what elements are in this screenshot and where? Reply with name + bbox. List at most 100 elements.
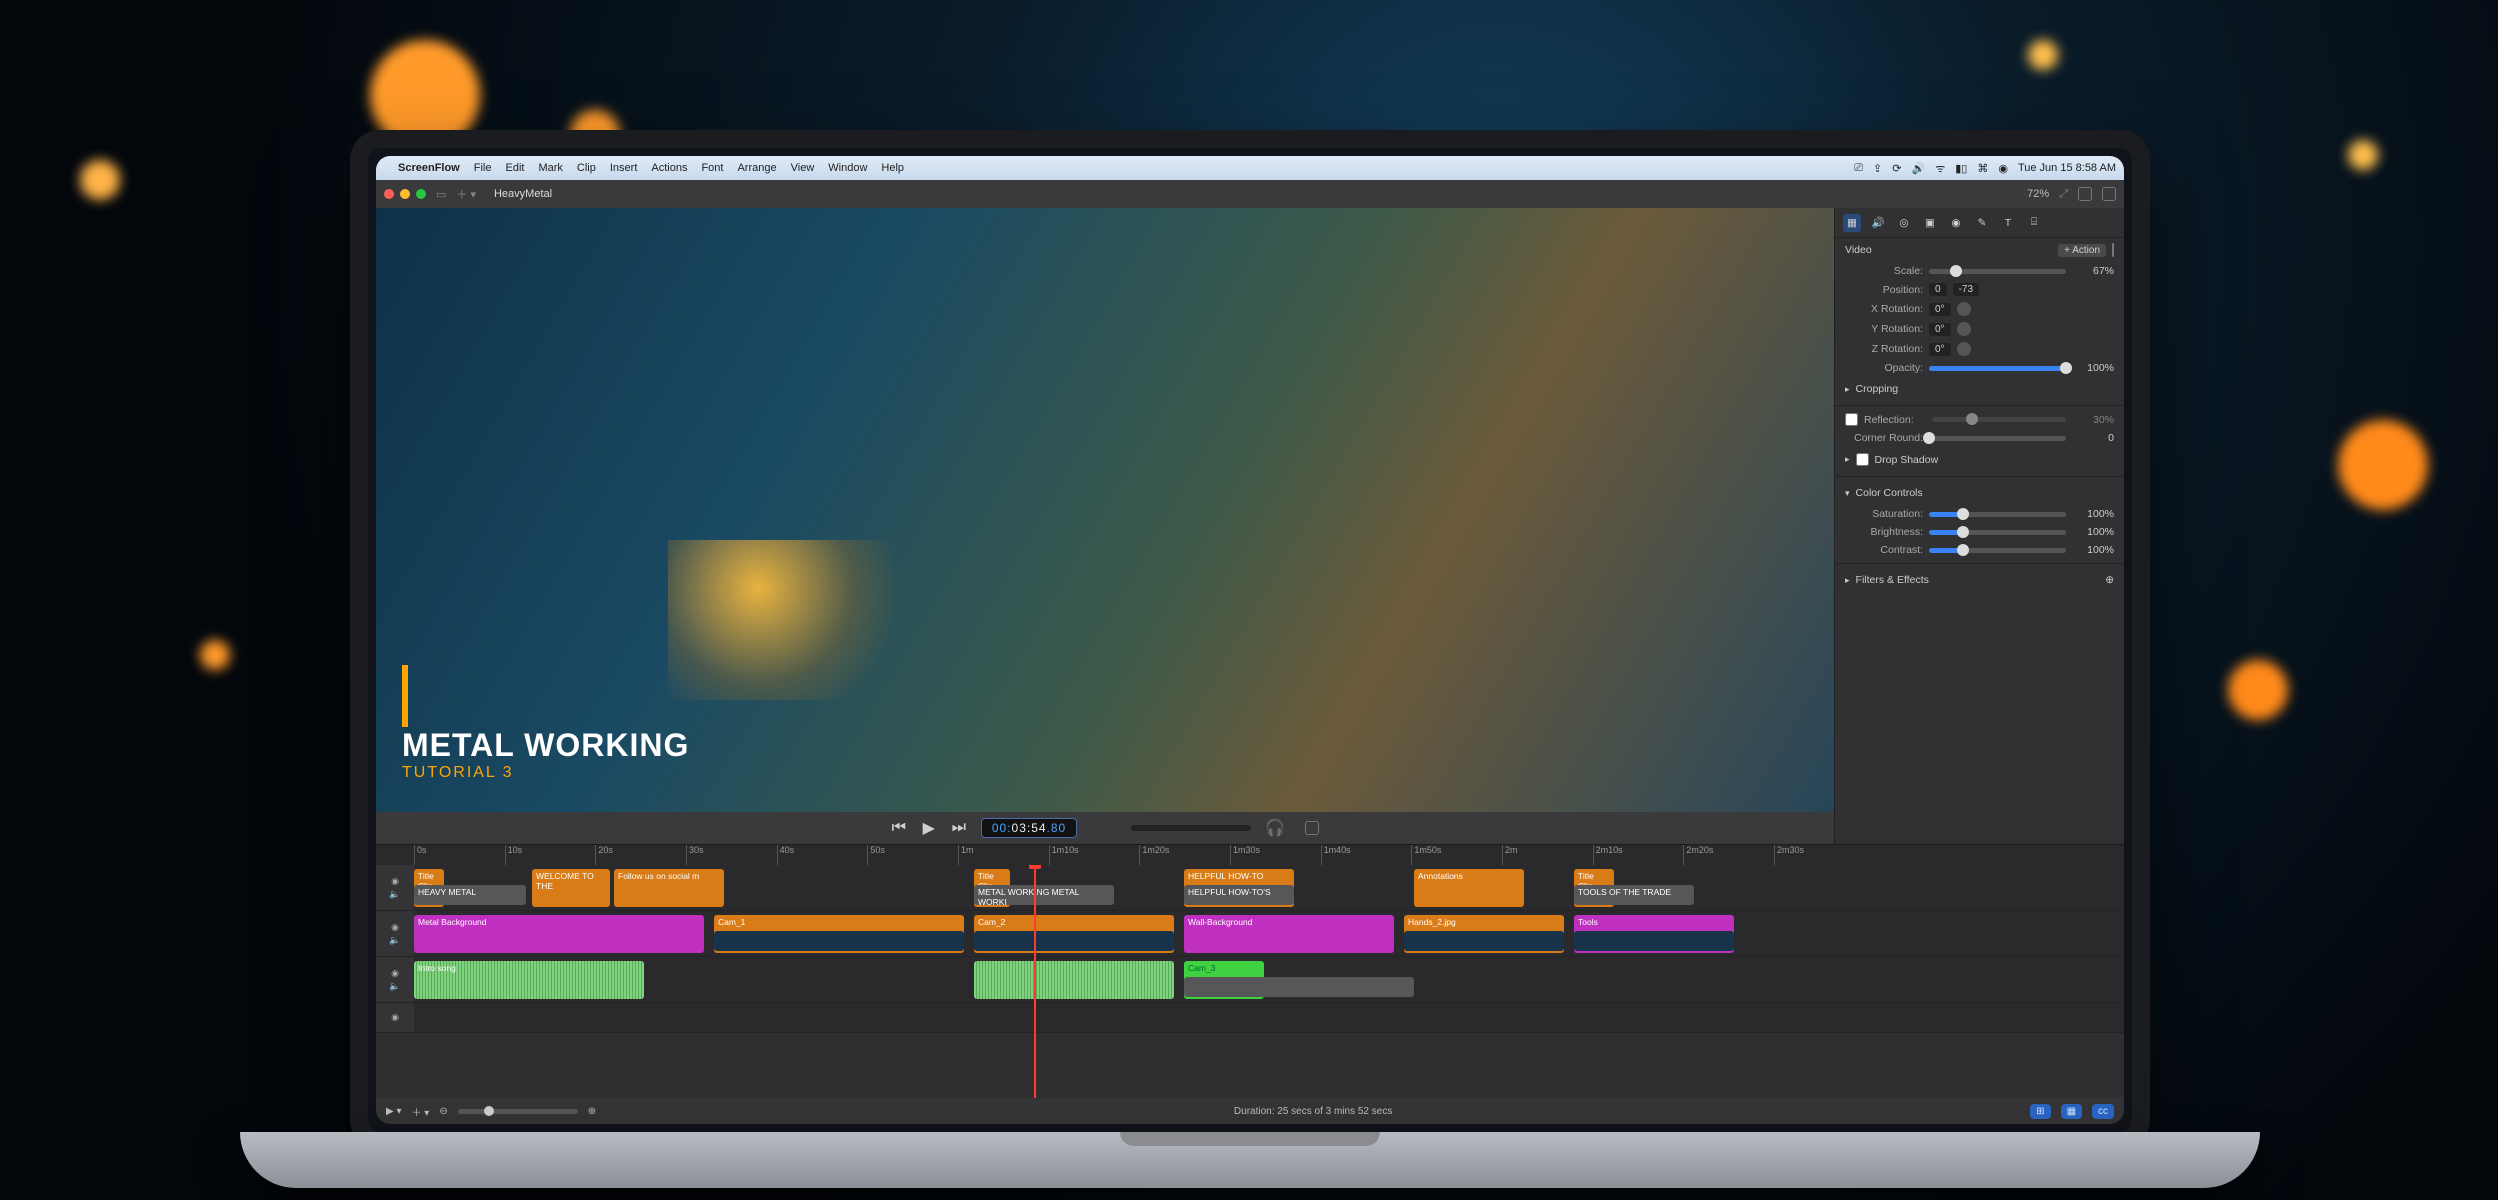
zoom-in-icon[interactable]: ⊕ xyxy=(588,1106,596,1117)
captions-icon[interactable]: cc xyxy=(2092,1104,2114,1119)
timeline-clip[interactable] xyxy=(1184,977,1414,997)
menu-edit[interactable]: Edit xyxy=(505,162,524,174)
play-icon[interactable]: ▶ xyxy=(921,820,937,836)
section-colorcontrols[interactable]: ▾Color Controls xyxy=(1835,481,2124,505)
timeline-clip[interactable]: Annotations xyxy=(1414,869,1524,907)
track-mute-icon[interactable]: 🔈 xyxy=(389,935,400,946)
track-visibility-icon[interactable]: ◉ xyxy=(391,922,399,933)
siri-icon[interactable]: ◉ xyxy=(1998,162,2008,175)
reflection-slider[interactable] xyxy=(1932,417,2066,422)
tab-screenrec-icon[interactable]: ◎ xyxy=(1895,214,1913,232)
zoom-window-icon[interactable] xyxy=(416,189,426,199)
timeline-clip[interactable]: Follow us on social m xyxy=(614,869,724,907)
pointer-tool-icon[interactable]: ▶ ▾ xyxy=(386,1106,402,1117)
close-window-icon[interactable] xyxy=(384,189,394,199)
step-back-icon[interactable]: ⏮ xyxy=(891,820,907,836)
zoom-out-icon[interactable]: ⊖ xyxy=(439,1106,447,1117)
menu-view[interactable]: View xyxy=(791,162,815,174)
zrot-dial[interactable] xyxy=(1957,342,1971,356)
opacity-value[interactable]: 100% xyxy=(2072,362,2114,374)
add-action-button[interactable]: + Action xyxy=(2058,244,2106,257)
track-visibility-icon[interactable]: ◉ xyxy=(391,968,399,979)
share-icon[interactable] xyxy=(2078,187,2092,201)
section-cropping[interactable]: ▸Cropping xyxy=(1835,377,2124,401)
timecode[interactable]: 00:03:54.80 xyxy=(981,818,1077,838)
menubar-clock[interactable]: Tue Jun 15 8:58 AM xyxy=(2018,162,2116,174)
contrast-slider[interactable] xyxy=(1929,548,2066,553)
menu-clip[interactable]: Clip xyxy=(577,162,596,174)
track-visibility-icon[interactable]: ◉ xyxy=(391,876,399,887)
position-x[interactable]: 0 xyxy=(1929,283,1947,296)
timeline-clip[interactable]: METAL WORKING METAL WORKI xyxy=(974,885,1114,905)
timeline-clip[interactable] xyxy=(974,961,1174,999)
preview-canvas[interactable]: METAL WORKING TUTORIAL 3 xyxy=(376,208,1834,812)
add-filter-icon[interactable]: ⊕ xyxy=(2105,574,2114,586)
menu-insert[interactable]: Insert xyxy=(610,162,638,174)
timeline-clip[interactable]: Metal Background xyxy=(414,915,704,953)
position-y[interactable]: -73 xyxy=(1953,283,1979,296)
section-dropshadow[interactable]: ▸Drop Shadow xyxy=(1835,447,2124,472)
reflection-checkbox[interactable] xyxy=(1845,413,1858,426)
zrot-value[interactable]: 0° xyxy=(1929,343,1951,356)
timeline-clip[interactable]: HEAVY METAL xyxy=(414,885,526,905)
corner-value[interactable]: 0 xyxy=(2072,432,2114,444)
yrot-dial[interactable] xyxy=(1957,322,1971,336)
sidebar-toggle-icon[interactable]: ▭ xyxy=(436,188,446,201)
section-filters[interactable]: ▸Filters & Effects⊕ xyxy=(1835,568,2124,592)
timeline-zoom-slider[interactable] xyxy=(458,1109,578,1114)
brightness-value[interactable]: 100% xyxy=(2072,526,2114,538)
tab-text-icon[interactable]: T xyxy=(1999,214,2017,232)
tab-media-icon[interactable]: ⌸ xyxy=(2025,214,2043,232)
dropshadow-checkbox[interactable] xyxy=(1856,453,1869,466)
timeline-clip[interactable]: Intro song xyxy=(414,961,644,999)
menu-font[interactable]: Font xyxy=(701,162,723,174)
markers-icon[interactable]: ▦ xyxy=(2061,1104,2082,1119)
timeline-clip[interactable]: TOOLS OF THE TRADE xyxy=(1574,885,1694,905)
volume-icon[interactable]: 🔊 xyxy=(1911,162,1925,175)
yrot-value[interactable]: 0° xyxy=(1929,323,1951,336)
menu-mark[interactable]: Mark xyxy=(538,162,562,174)
timeline-clip[interactable]: HELPFUL HOW-TO'S xyxy=(1184,885,1294,905)
control-center-icon[interactable]: ⌘ xyxy=(1977,162,1988,175)
brightness-slider[interactable] xyxy=(1929,530,2066,535)
menu-actions[interactable]: Actions xyxy=(651,162,687,174)
sync-icon[interactable]: ⟳ xyxy=(1892,162,1901,175)
collapse-inspector-icon[interactable] xyxy=(1305,821,1319,835)
xrot-dial[interactable] xyxy=(1957,302,1971,316)
headphones-icon[interactable]: 🎧 xyxy=(1265,818,1285,838)
canvas-zoom[interactable]: 72% xyxy=(2027,188,2049,200)
timeline-clip[interactable]: WELCOME TO THE xyxy=(532,869,610,907)
saturation-value[interactable]: 100% xyxy=(2072,508,2114,520)
menubar-app[interactable]: ScreenFlow xyxy=(398,162,460,174)
menu-arrange[interactable]: Arrange xyxy=(737,162,776,174)
opacity-slider[interactable] xyxy=(1929,366,2066,371)
tab-touch-icon[interactable]: ◉ xyxy=(1947,214,1965,232)
timeline-ruler[interactable]: 0s10s20s30s40s50s1m1m10s1m20s1m30s1m40s1… xyxy=(376,845,2124,865)
scale-value[interactable]: 67% xyxy=(2072,265,2114,277)
contrast-value[interactable]: 100% xyxy=(2072,544,2114,556)
timeline-clip[interactable]: Wall-Background xyxy=(1184,915,1394,953)
minimize-window-icon[interactable] xyxy=(400,189,410,199)
track-visibility-icon[interactable]: ◉ xyxy=(391,1012,399,1023)
battery-icon[interactable]: ▮▯ xyxy=(1955,162,1967,175)
add-track-icon[interactable]: ＋ ▾ xyxy=(412,1104,430,1119)
playhead[interactable] xyxy=(1034,865,1036,1098)
corner-slider[interactable] xyxy=(1929,436,2066,441)
menu-help[interactable]: Help xyxy=(881,162,904,174)
camera-icon[interactable]: ⎚ xyxy=(1854,162,1863,175)
track-mute-icon[interactable]: 🔈 xyxy=(389,889,400,900)
saturation-slider[interactable] xyxy=(1929,512,2066,517)
tab-callout-icon[interactable]: ▣ xyxy=(1921,214,1939,232)
xrot-value[interactable]: 0° xyxy=(1929,303,1951,316)
timeline-clip[interactable] xyxy=(1404,931,1564,951)
fit-icon[interactable]: ⤢ xyxy=(2059,188,2068,201)
library-toggle-icon[interactable] xyxy=(2102,187,2116,201)
tab-video-icon[interactable]: ▦ xyxy=(1843,214,1861,232)
timeline-clip[interactable] xyxy=(974,931,1174,951)
track-1-body[interactable]: Title ClipHEAVY METALWELCOME TO THEFollo… xyxy=(414,865,2124,910)
timeline-clip[interactable] xyxy=(1574,931,1734,951)
step-forward-icon[interactable]: ⏭ xyxy=(951,820,967,836)
add-media-icon[interactable]: ＋ ▾ xyxy=(456,186,476,202)
timeline-clip[interactable] xyxy=(714,931,964,951)
track-3-body[interactable]: Intro songCam_3 xyxy=(414,957,2124,1002)
